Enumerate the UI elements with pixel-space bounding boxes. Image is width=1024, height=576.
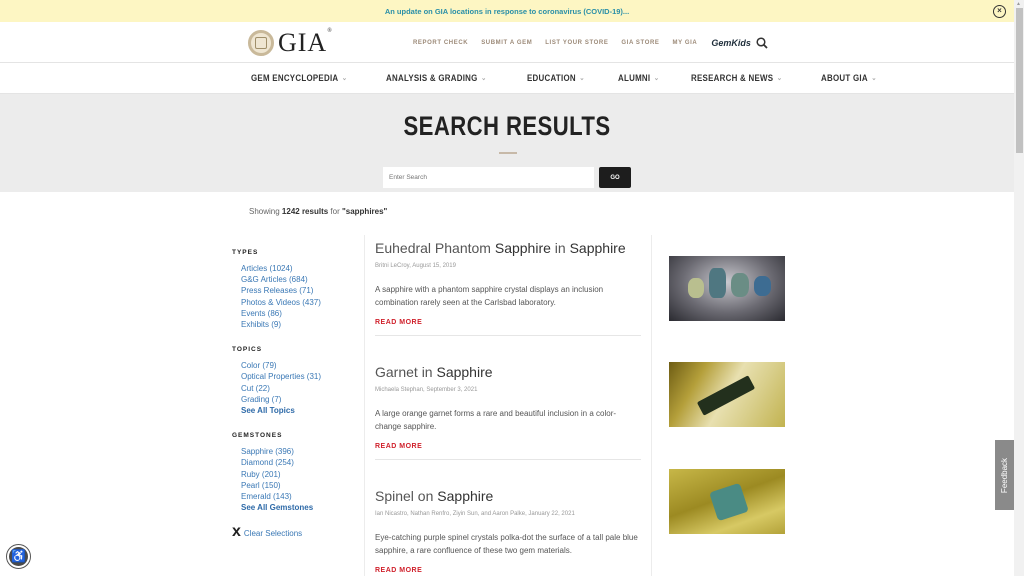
filter-link[interactable]: Photos & Videos (437)	[241, 297, 362, 308]
result-divider	[375, 459, 641, 460]
read-more-link[interactable]: READ MORE	[375, 319, 641, 326]
go-button[interactable]: GO	[599, 167, 631, 188]
chevron-down-icon: ⌄	[341, 75, 348, 82]
result-title[interactable]: Spinel on Sapphire	[375, 488, 641, 504]
result-description: Eye-catching purple spinel crystals polk…	[375, 533, 638, 555]
filter-link[interactable]: Diamond (254)	[241, 457, 362, 468]
logo-wordmark: GIA®	[278, 28, 333, 57]
page: An update on GIA locations in response t…	[0, 0, 1014, 576]
see-all-gemstones-link[interactable]: See All Gemstones	[241, 502, 362, 513]
covid-banner-link[interactable]: An update on GIA locations in response t…	[385, 7, 629, 16]
nav-analysis-grading[interactable]: ANALYSIS & GRADING ⌄	[386, 73, 487, 83]
search-icon[interactable]	[756, 37, 768, 49]
filter-link[interactable]: Optical Properties (31)	[241, 371, 362, 382]
site-header: GIA® REPORT CHECK SUBMIT A GEM LIST YOUR…	[0, 22, 1014, 63]
search-input[interactable]	[383, 167, 594, 188]
filter-list-types: Articles (1024) G&G Articles (684) Press…	[241, 263, 362, 330]
filter-link[interactable]: Sapphire (396)	[241, 446, 362, 457]
result-meta: Michaela Stephan, September 3, 2021	[375, 387, 478, 393]
util-link-submit-gem[interactable]: SUBMIT A GEM	[481, 40, 532, 46]
result-item: Euhedral Phantom Sapphire in Sapphire Br…	[375, 240, 641, 336]
filter-link[interactable]: Press Releases (71)	[241, 285, 362, 296]
read-more-link[interactable]: READ MORE	[375, 567, 641, 574]
filter-list-gemstones: Sapphire (396) Diamond (254) Ruby (201) …	[241, 446, 362, 513]
page-title: SEARCH RESULTS	[403, 111, 611, 141]
util-link-my-gia[interactable]: MY GIA	[673, 40, 698, 46]
clear-selections-link[interactable]: Clear Selections	[244, 529, 302, 538]
filter-link[interactable]: Emerald (143)	[241, 491, 362, 502]
filter-link[interactable]: Grading (7)	[241, 394, 362, 405]
accessibility-person-icon: ♿	[9, 547, 28, 566]
clear-selections[interactable]: x Clear Selections	[232, 523, 362, 541]
scroll-up-arrow-icon[interactable]: ▲	[1016, 1, 1021, 7]
read-more-link[interactable]: READ MORE	[375, 443, 641, 450]
result-title[interactable]: Euhedral Phantom Sapphire in Sapphire	[375, 240, 641, 256]
search-hero: SEARCH RESULTS GO	[0, 94, 1014, 192]
accessibility-button[interactable]: ♿	[6, 544, 31, 569]
result-thumbnail-garnet[interactable]	[669, 362, 785, 427]
gia-seal-icon	[248, 30, 274, 56]
nav-research-news[interactable]: RESEARCH & NEWS ⌄	[691, 73, 782, 83]
filter-link[interactable]: G&G Articles (684)	[241, 274, 362, 285]
page-scrollbar[interactable]: ▲	[1014, 0, 1024, 576]
util-link-gia-store[interactable]: GIA STORE	[621, 40, 659, 46]
chevron-down-icon: ⌄	[579, 75, 585, 82]
result-thumbnail-phantom-sapphire[interactable]	[669, 256, 785, 321]
nav-alumni[interactable]: ALUMNI ⌄	[618, 73, 659, 83]
result-description: A large orange garnet forms a rare and b…	[375, 409, 617, 431]
result-divider	[375, 335, 641, 336]
nav-education[interactable]: EDUCATION ⌄	[527, 73, 585, 83]
chevron-down-icon: ⌄	[777, 75, 783, 82]
filter-link[interactable]: Color (79)	[241, 360, 362, 371]
result-title[interactable]: Garnet in Sapphire	[375, 364, 641, 380]
filter-link[interactable]: Pearl (150)	[241, 480, 362, 491]
filter-heading-topics: TOPICS	[232, 346, 263, 354]
result-thumbnail-spinel[interactable]	[669, 469, 785, 534]
gemkids-logo[interactable]: GemKids	[711, 38, 751, 48]
filter-list-topics: Color (79) Optical Properties (31) Cut (…	[241, 360, 362, 416]
filter-link[interactable]: Ruby (201)	[241, 469, 362, 480]
util-link-report-check[interactable]: REPORT CHECK	[413, 40, 468, 46]
filter-sidebar: TYPES Articles (1024) G&G Articles (684)…	[232, 249, 362, 541]
see-all-topics-link[interactable]: See All Topics	[241, 405, 362, 416]
scrollbar-thumb[interactable]	[1016, 8, 1023, 153]
result-description: A sapphire with a phantom sapphire cryst…	[375, 285, 604, 307]
results-list: Euhedral Phantom Sapphire in Sapphire Br…	[364, 235, 652, 576]
results-summary: Showing 1242 results for "sapphires"	[249, 207, 388, 216]
utility-nav: REPORT CHECK SUBMIT A GEM LIST YOUR STOR…	[413, 38, 751, 48]
feedback-tab[interactable]: Feedback	[995, 440, 1014, 510]
chevron-down-icon: ⌄	[481, 75, 488, 82]
chevron-down-icon: ⌄	[654, 75, 660, 82]
filter-link[interactable]: Events (86)	[241, 308, 362, 319]
close-icon[interactable]: ×	[993, 5, 1006, 18]
result-meta: Britni LeCroy, August 15, 2019	[375, 263, 456, 269]
covid-banner: An update on GIA locations in response t…	[0, 0, 1014, 22]
filter-heading-types: TYPES	[232, 249, 259, 256]
nav-about-gia[interactable]: ABOUT GIA ⌄	[821, 73, 877, 83]
result-item: Spinel on Sapphire Ian Nicastro, Nathan …	[375, 488, 641, 574]
filter-link[interactable]: Articles (1024)	[241, 263, 362, 274]
result-meta: Ian Nicastro, Nathan Renfro, Ziyin Sun, …	[375, 511, 575, 517]
nav-gem-encyclopedia[interactable]: GEM ENCYCLOPEDIA ⌄	[251, 73, 347, 83]
chevron-down-icon: ⌄	[871, 75, 877, 82]
util-link-list-store[interactable]: LIST YOUR STORE	[545, 40, 608, 46]
clear-x-icon: x	[232, 523, 241, 541]
filter-heading-gemstones: GEMSTONES	[232, 432, 283, 440]
filter-link[interactable]: Exhibits (9)	[241, 319, 362, 330]
main-nav: GEM ENCYCLOPEDIA ⌄ ANALYSIS & GRADING ⌄ ED…	[0, 63, 1014, 94]
result-item: Garnet in Sapphire Michaela Stephan, Sep…	[375, 364, 641, 460]
gia-logo[interactable]: GIA®	[248, 28, 333, 58]
title-divider	[499, 152, 517, 154]
filter-link[interactable]: Cut (22)	[241, 383, 362, 394]
